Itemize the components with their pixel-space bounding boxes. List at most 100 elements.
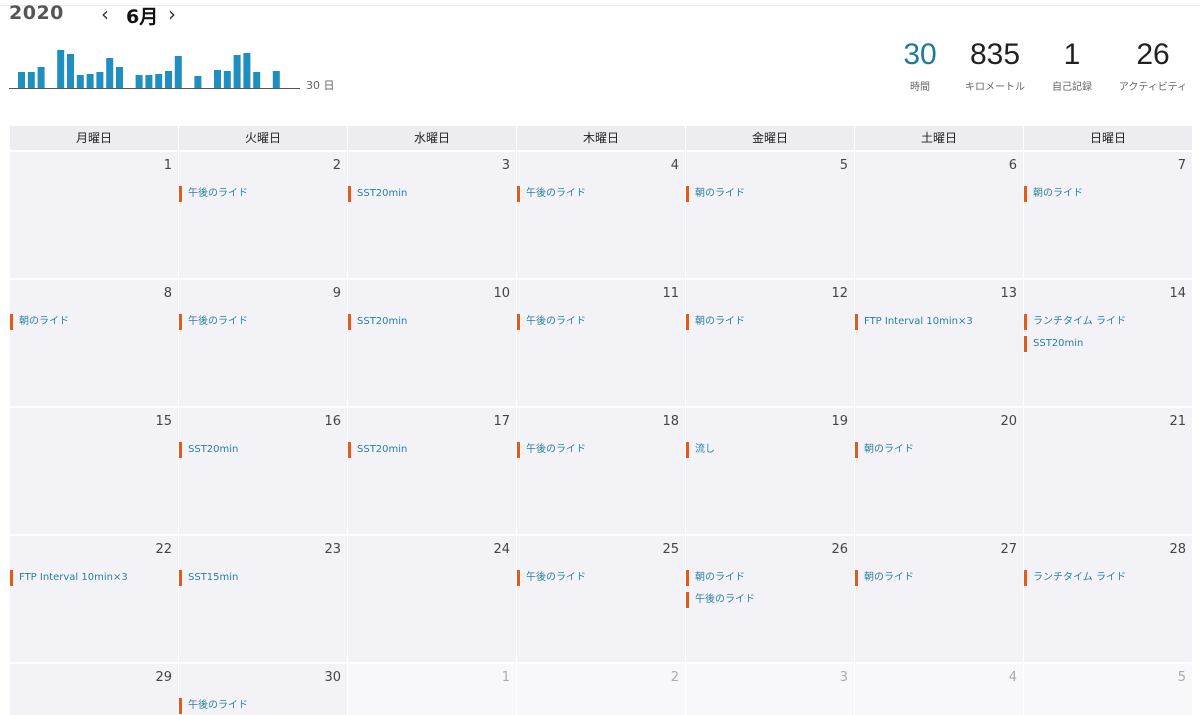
day-number: 12 (831, 286, 848, 301)
day-cell[interactable]: 6 (855, 152, 1024, 278)
weekday-header: 木曜日 (517, 126, 686, 150)
day-number: 20 (1000, 414, 1017, 429)
day-cell[interactable]: 1 (348, 664, 517, 715)
day-number: 17 (493, 414, 510, 429)
day-number: 30 (324, 670, 341, 685)
activity-event[interactable]: 午後のライド (517, 442, 685, 458)
day-number: 23 (324, 542, 341, 557)
mini-chart-bar (67, 54, 74, 88)
day-cell[interactable]: 5 (1024, 664, 1193, 715)
mini-chart-bar (116, 67, 123, 88)
day-cell[interactable]: 30 午後のライド (179, 664, 348, 715)
stat-hours: 30 時間 (880, 38, 960, 93)
day-number: 13 (1000, 286, 1017, 301)
activity-event[interactable]: 朝のライド (686, 570, 854, 586)
stat-hours-value: 30 (903, 38, 937, 71)
mini-chart-bar (57, 50, 65, 88)
activity-event[interactable]: 朝のライド (855, 570, 1023, 586)
activity-event[interactable]: 朝のライド (855, 442, 1023, 458)
activity-event[interactable]: 午後のライド (517, 570, 685, 586)
summary-stats: 30 時間 835 キロメートル 1 自己記録 26 アクティビティ (880, 38, 1200, 98)
day-number: 27 (1000, 542, 1017, 557)
day-number: 3 (839, 670, 848, 685)
calendar-header: 2020 ‹ 6月 › 30 日 30 時間 835 キロメートル 1 自己記録… (0, 0, 1200, 118)
day-cell[interactable]: 21 (1024, 408, 1193, 534)
activity-event[interactable]: 朝のライド (686, 314, 854, 330)
day-cell[interactable]: 29 (10, 664, 179, 715)
day-cell[interactable]: 26 朝のライド 午後のライド (686, 536, 855, 662)
day-cell[interactable]: 7 朝のライド (1024, 152, 1193, 278)
day-cell[interactable]: 20 朝のライド (855, 408, 1024, 534)
mini-chart-bar (243, 53, 251, 88)
day-number: 25 (662, 542, 679, 557)
day-cell[interactable]: 4 午後のライド (517, 152, 686, 278)
activity-event[interactable]: 午後のライド (179, 314, 347, 330)
day-number: 19 (831, 414, 848, 429)
day-number: 5 (839, 158, 848, 173)
day-number: 2 (670, 670, 679, 685)
stat-activities-label: アクティビティ (1118, 82, 1188, 93)
day-cell[interactable]: 23 SST15min (179, 536, 348, 662)
activity-event[interactable]: ランチタイム ライド (1024, 570, 1192, 586)
day-cell[interactable]: 14 ランチタイム ライド SST20min (1024, 280, 1193, 406)
activity-event[interactable]: 午後のライド (517, 186, 685, 202)
day-cell[interactable]: 18 午後のライド (517, 408, 686, 534)
day-number: 15 (155, 414, 172, 429)
day-cell[interactable]: 22 FTP Interval 10min×3 (10, 536, 179, 662)
activity-event[interactable]: 午後のライド (686, 592, 854, 608)
day-cell[interactable]: 15 (10, 408, 179, 534)
day-cell[interactable]: 5 朝のライド (686, 152, 855, 278)
activity-event[interactable]: 朝のライド (686, 186, 854, 202)
activity-event[interactable]: SST20min (1024, 336, 1192, 352)
day-cell[interactable]: 25 午後のライド (517, 536, 686, 662)
day-cell[interactable]: 2 (517, 664, 686, 715)
day-cell[interactable]: 17 SST20min (348, 408, 517, 534)
day-cell[interactable]: 9 午後のライド (179, 280, 348, 406)
activity-event[interactable]: SST20min (179, 442, 347, 458)
day-number: 8 (163, 286, 172, 301)
day-number: 5 (1177, 670, 1186, 685)
activity-event[interactable]: FTP Interval 10min×3 (10, 570, 178, 586)
activity-event[interactable]: 朝のライド (1024, 186, 1192, 202)
day-cell[interactable]: 10 SST20min (348, 280, 517, 406)
activity-event[interactable]: 朝のライド (10, 314, 178, 330)
mini-chart-bar (135, 75, 143, 88)
stat-activities: 26 アクティビティ (1113, 38, 1193, 93)
mini-chart-bar (155, 74, 163, 88)
day-cell[interactable]: 24 (348, 536, 517, 662)
activity-event[interactable]: 午後のライド (179, 186, 347, 202)
activity-event[interactable]: ランチタイム ライド (1024, 314, 1192, 330)
day-cell[interactable]: 2 午後のライド (179, 152, 348, 278)
day-number: 28 (1169, 542, 1186, 557)
day-cell[interactable]: 16 SST20min (179, 408, 348, 534)
day-number: 11 (662, 286, 679, 301)
activity-mini-chart (18, 50, 280, 88)
activity-event[interactable]: SST20min (348, 186, 516, 202)
activity-event[interactable]: SST15min (179, 570, 347, 586)
activity-event[interactable]: SST20min (348, 314, 516, 330)
mini-chart-bar (86, 74, 94, 88)
day-cell[interactable]: 11 午後のライド (517, 280, 686, 406)
activity-event[interactable]: FTP Interval 10min×3 (855, 314, 1023, 330)
day-number: 18 (662, 414, 679, 429)
day-cell[interactable]: 12 朝のライド (686, 280, 855, 406)
day-cell[interactable]: 27 朝のライド (855, 536, 1024, 662)
day-cell[interactable]: 13 FTP Interval 10min×3 (855, 280, 1024, 406)
day-cell[interactable]: 1 (10, 152, 179, 278)
day-cell[interactable]: 3 (686, 664, 855, 715)
day-cell[interactable]: 19 流し (686, 408, 855, 534)
mini-chart-bar (76, 75, 84, 88)
mini-chart-bar (194, 76, 202, 88)
activity-event[interactable]: SST20min (348, 442, 516, 458)
day-cell[interactable]: 4 (855, 664, 1024, 715)
weekday-header: 日曜日 (1024, 126, 1193, 150)
day-number: 1 (501, 670, 510, 685)
day-cell[interactable]: 28 ランチタイム ライド (1024, 536, 1193, 662)
week-row: 8 朝のライド 9 午後のライド 10 SST20min 11 午後のライド 12 朝のライド 13… (10, 278, 1193, 406)
activity-event[interactable]: 午後のライド (179, 698, 347, 714)
day-cell[interactable]: 3 SST20min (348, 152, 517, 278)
activity-event[interactable]: 午後のライド (517, 314, 685, 330)
mini-chart-bar (253, 72, 261, 88)
day-cell[interactable]: 8 朝のライド (10, 280, 179, 406)
activity-event[interactable]: 流し (686, 442, 854, 458)
